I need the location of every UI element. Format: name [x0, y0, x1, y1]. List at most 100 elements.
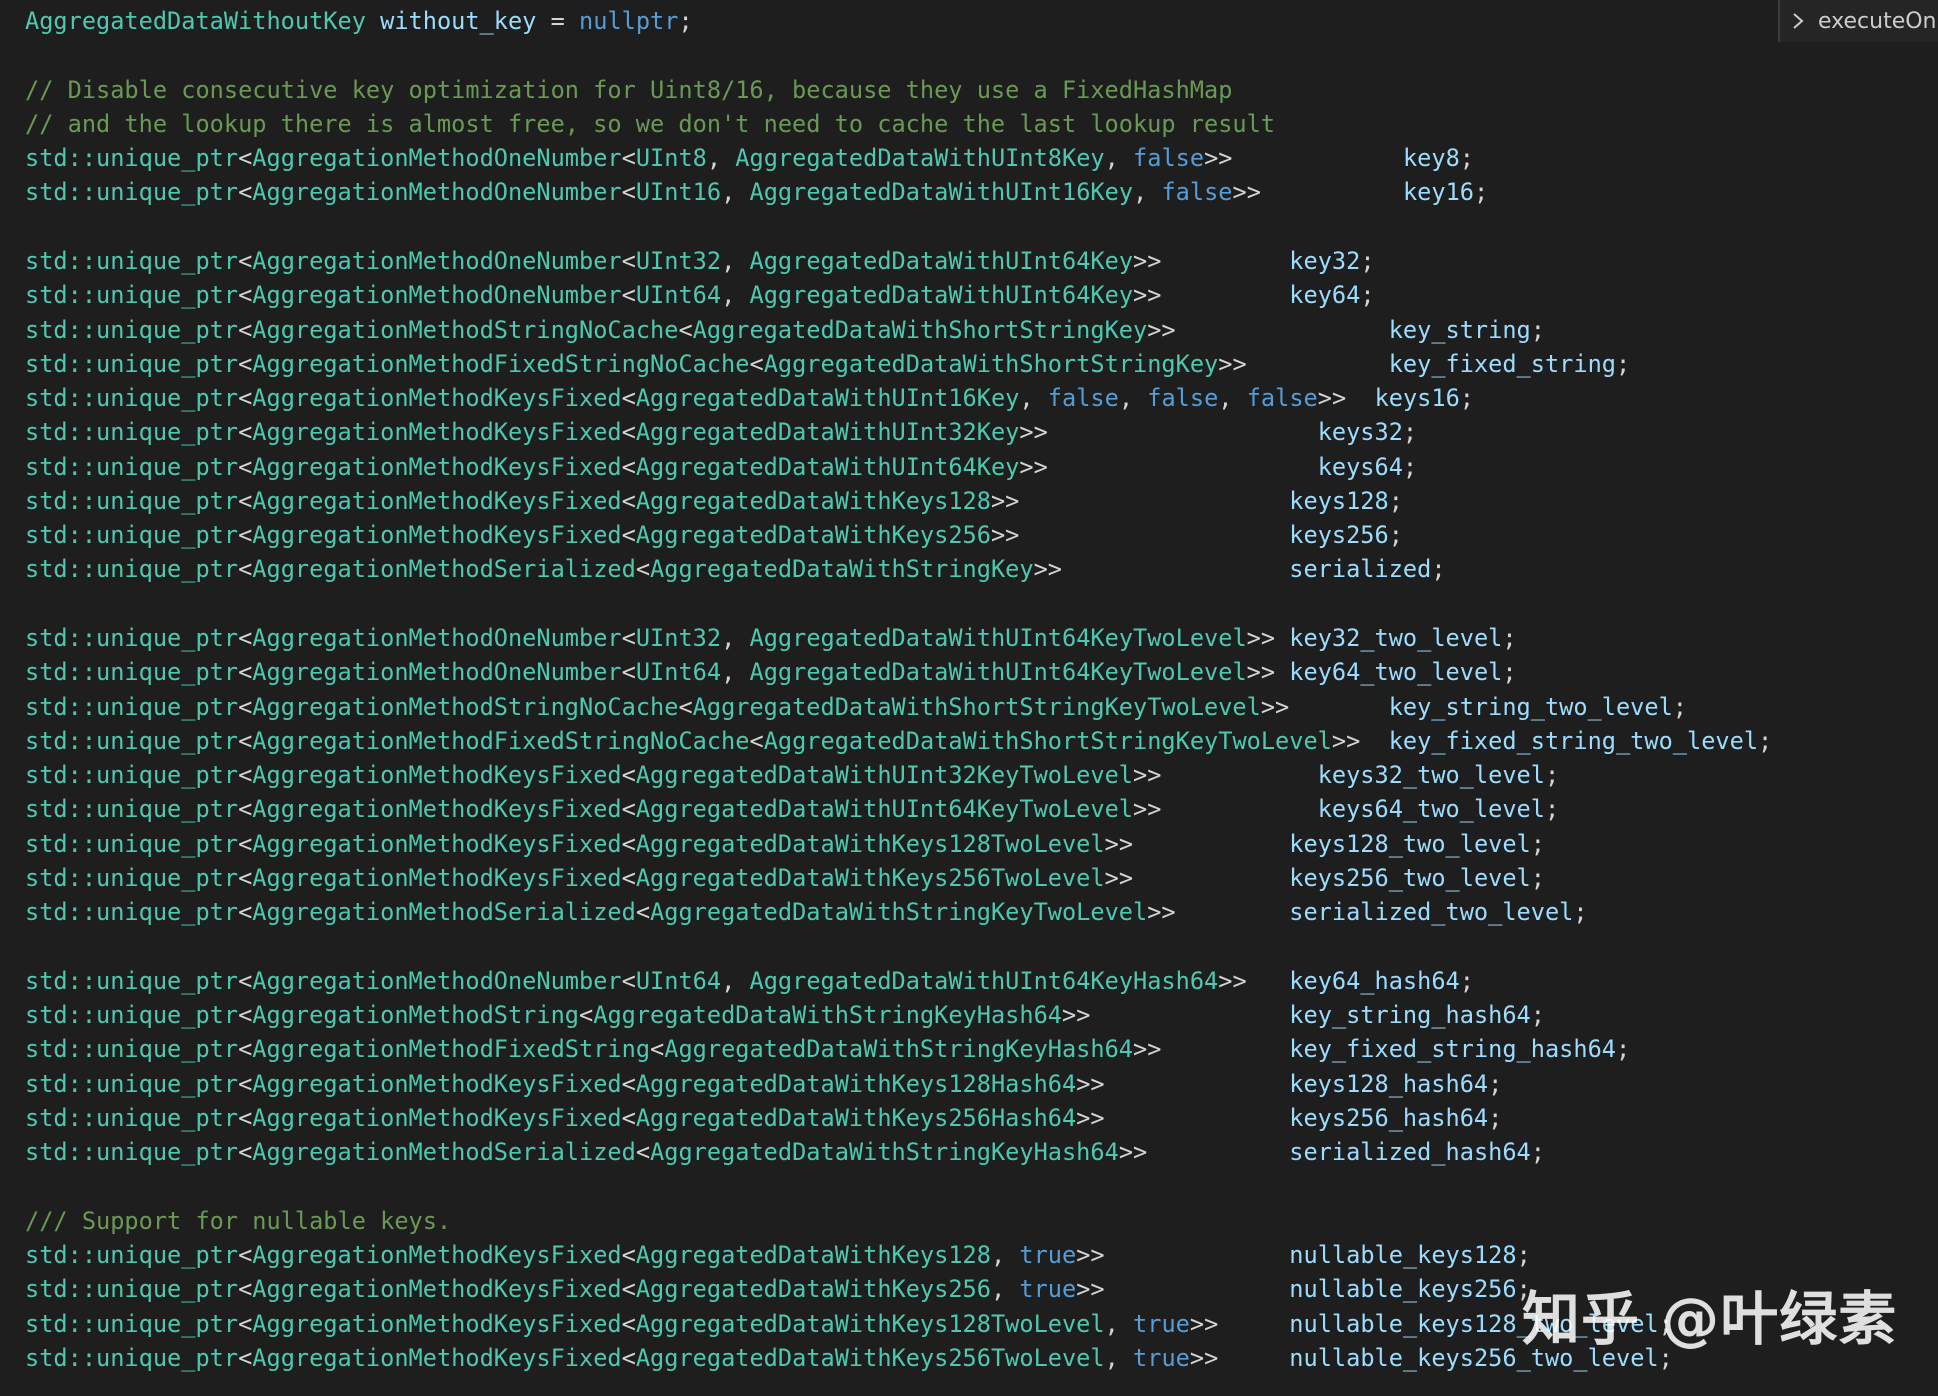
code-token: <: [621, 521, 636, 550]
code-token: >>: [1246, 658, 1290, 687]
code-line[interactable]: std::unique_ptr<AggregationMethodKeysFix…: [25, 1341, 1673, 1375]
code-token: <: [621, 624, 636, 653]
code-line[interactable]: std::unique_ptr<AggregationMethodFixedSt…: [25, 724, 1772, 758]
code-token: std::unique_ptr: [25, 521, 239, 550]
code-token: AggregatedDataWithKeys128Hash64: [635, 1069, 1077, 1098]
code-token: std::unique_ptr: [25, 349, 239, 378]
code-token: nullptr: [579, 7, 679, 35]
code-line[interactable]: std::unique_ptr<AggregationMethodOneNumb…: [25, 655, 1517, 689]
code-token: AggregationMethodSerialized: [252, 1138, 636, 1167]
code-token: std::unique_ptr: [25, 418, 239, 447]
code-token: AggregationMethodSerialized: [252, 555, 636, 584]
code-line[interactable]: std::unique_ptr<AggregationMethodFixedSt…: [25, 347, 1630, 381]
code-token: UInt64: [635, 658, 722, 687]
code-token: <: [621, 864, 636, 892]
code-token: <: [579, 1001, 594, 1030]
code-editor[interactable]: AggregatedDataWithoutKey without_key = n…: [0, 0, 1938, 1396]
code-token: >>: [1218, 966, 1290, 995]
code-line[interactable]: // Disable consecutive key optimization …: [25, 73, 1232, 107]
code-line[interactable]: std::unique_ptr<AggregationMethodKeysFix…: [25, 1307, 1673, 1341]
code-line[interactable]: std::unique_ptr<AggregationMethodSeriali…: [25, 1135, 1545, 1169]
code-line[interactable]: std::unique_ptr<AggregationMethodKeysFix…: [25, 484, 1403, 518]
code-token: >>: [1133, 281, 1290, 310]
code-token: >>: [990, 521, 1290, 550]
code-token: AggregationMethodOneNumber: [252, 246, 622, 275]
code-line[interactable]: std::unique_ptr<AggregationMethodKeysFix…: [25, 827, 1545, 861]
code-token: AggregationMethodKeysFixed: [252, 1069, 622, 1098]
code-token: keys256_two_level: [1289, 864, 1531, 892]
code-line[interactable]: AggregatedDataWithoutKey without_key = n…: [25, 4, 693, 38]
code-line[interactable]: std::unique_ptr<AggregationMethodSeriali…: [25, 552, 1446, 586]
code-line[interactable]: std::unique_ptr<AggregationMethodOneNumb…: [25, 141, 1474, 175]
code-token: std::unique_ptr: [25, 726, 239, 755]
code-token: >>: [1218, 349, 1389, 378]
code-token: AggregationMethodKeysFixed: [252, 486, 622, 515]
code-line[interactable]: std::unique_ptr<AggregationMethodKeysFix…: [25, 1067, 1502, 1101]
code-line[interactable]: // and the lookup there is almost free, …: [25, 107, 1275, 141]
code-token: without_key: [380, 7, 537, 35]
code-token: <: [635, 898, 651, 927]
code-token: <: [238, 486, 253, 515]
code-token: UInt64: [635, 966, 722, 995]
code-token: AggregationMethodStringNoCache: [252, 315, 679, 344]
code-token: keys32_two_level: [1317, 761, 1545, 790]
code-line[interactable]: std::unique_ptr<AggregationMethodOneNumb…: [25, 278, 1375, 312]
code-token: <: [238, 829, 253, 858]
code-token: std::unique_ptr: [25, 795, 239, 824]
code-line[interactable]: std::unique_ptr<AggregationMethodString<…: [25, 998, 1545, 1032]
code-line[interactable]: std::unique_ptr<AggregationMethodSeriali…: [25, 895, 1588, 929]
code-token: <: [238, 315, 253, 344]
code-line[interactable]: std::unique_ptr<AggregationMethodKeysFix…: [25, 1101, 1502, 1135]
code-token: AggregatedDataWithUInt32KeyTwoLevel: [635, 761, 1134, 790]
code-token: <: [238, 1138, 253, 1167]
code-token: AggregatedDataWithUInt32Key: [635, 418, 1020, 447]
code-line[interactable]: std::unique_ptr<AggregationMethodKeysFix…: [25, 758, 1559, 792]
code-token: <: [238, 624, 253, 653]
breadcrumb[interactable]: executeOn: [1778, 0, 1938, 42]
code-token: >>: [1033, 555, 1290, 584]
code-token: keys16: [1374, 384, 1460, 413]
code-line[interactable]: std::unique_ptr<AggregationMethodStringN…: [25, 690, 1687, 724]
code-token: std::unique_ptr: [25, 1001, 239, 1030]
code-line[interactable]: std::unique_ptr<AggregationMethodFixedSt…: [25, 1032, 1630, 1066]
code-line[interactable]: std::unique_ptr<AggregationMethodStringN…: [25, 313, 1545, 347]
code-token: ;: [1402, 418, 1418, 447]
code-token: ;: [1616, 1035, 1631, 1064]
code-line[interactable]: std::unique_ptr<AggregationMethodKeysFix…: [25, 450, 1417, 484]
code-line[interactable]: std::unique_ptr<AggregationMethodOneNumb…: [25, 964, 1474, 998]
code-token: >>: [1062, 1001, 1290, 1030]
code-line[interactable]: std::unique_ptr<AggregationMethodKeysFix…: [25, 518, 1403, 552]
code-token: std::unique_ptr: [25, 178, 239, 207]
code-line[interactable]: std::unique_ptr<AggregationMethodKeysFix…: [25, 861, 1545, 895]
code-line[interactable]: std::unique_ptr<AggregationMethodOneNumb…: [25, 244, 1375, 278]
code-token: keys128_two_level: [1289, 829, 1531, 858]
code-token: AggregatedDataWithKeys128: [635, 1241, 991, 1270]
code-token: <: [621, 658, 636, 687]
code-token: <: [238, 418, 253, 447]
code-line[interactable]: std::unique_ptr<AggregationMethodKeysFix…: [25, 415, 1417, 449]
code-line[interactable]: std::unique_ptr<AggregationMethodKeysFix…: [25, 1238, 1531, 1272]
code-token: UInt64: [635, 281, 722, 310]
code-token: serialized: [1289, 555, 1432, 584]
code-token: std::unique_ptr: [25, 1103, 239, 1132]
code-token: <: [621, 486, 636, 515]
code-token: AggregatedDataWithKeys128: [635, 486, 991, 515]
code-token: <: [621, 761, 636, 790]
code-line[interactable]: std::unique_ptr<AggregationMethodKeysFix…: [25, 792, 1559, 826]
code-token: key_fixed_string: [1388, 349, 1616, 378]
code-line[interactable]: std::unique_ptr<AggregationMethodOneNumb…: [25, 621, 1517, 655]
code-token: <: [650, 1035, 665, 1064]
code-token: key_fixed_string_hash64: [1289, 1035, 1616, 1064]
code-line[interactable]: std::unique_ptr<AggregationMethodKeysFix…: [25, 1272, 1531, 1306]
code-line[interactable]: /// Support for nullable keys.: [25, 1204, 451, 1238]
code-token: AggregatedDataWithStringKeyHash64: [650, 1138, 1119, 1167]
code-token: >>: [1133, 795, 1318, 824]
code-line[interactable]: std::unique_ptr<AggregationMethodOneNumb…: [25, 175, 1488, 209]
code-token: AggregatedDataWithStringKeyHash64: [593, 1001, 1062, 1030]
code-token: key_string_hash64: [1289, 1001, 1531, 1030]
code-line[interactable]: std::unique_ptr<AggregationMethodKeysFix…: [25, 381, 1474, 415]
code-token: <: [238, 761, 253, 790]
code-token: std::unique_ptr: [25, 1343, 239, 1372]
code-token: true: [1133, 1309, 1190, 1338]
code-token: false: [1161, 178, 1233, 207]
